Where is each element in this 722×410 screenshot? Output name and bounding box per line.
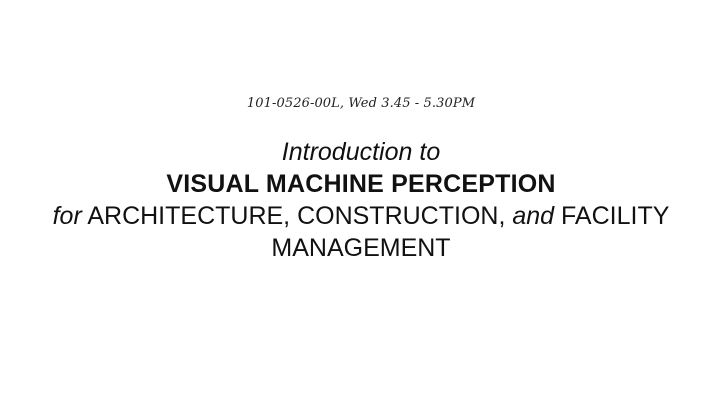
course-code-line: 101-0526-00L, Wed 3.45 - 5.30PM [246,96,476,111]
subtitle-line: for ARCHITECTURE, CONSTRUCTION, and FACI… [0,200,722,232]
main-title: VISUAL MACHINE PERCEPTION [166,170,556,198]
intro-text: Introduction to [281,138,441,166]
title-block: Introduction to VISUAL MACHINE PERCEPTIO… [0,136,722,264]
subtitle-prefix: for [52,202,82,230]
subtitle-part2: FACILITY [554,202,670,230]
title-slide: 101-0526-00L, Wed 3.45 - 5.30PM Introduc… [0,0,722,410]
subtitle-part1: ARCHITECTURE, CONSTRUCTION, [81,202,513,230]
subtitle-last-line: MANAGEMENT [271,234,451,262]
subtitle-conjunction: and [512,202,555,230]
